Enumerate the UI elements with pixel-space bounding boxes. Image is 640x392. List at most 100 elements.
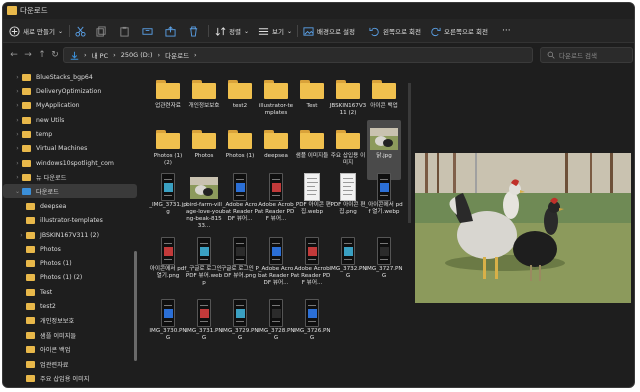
folder-icon <box>370 74 398 102</box>
chevron-down-icon[interactable]: ⌄ <box>13 188 22 195</box>
preview-pane <box>415 153 631 303</box>
file-item[interactable]: IMG_3729.PNG <box>221 295 259 355</box>
up-button[interactable]: ↑ <box>36 49 48 61</box>
sidebar-item[interactable]: › windows10spotlight_com <box>3 156 137 170</box>
sidebar-item[interactable]: › BlueStacks_bgp64 <box>3 70 137 84</box>
file-item[interactable]: IMG_3732.PNG <box>329 233 367 293</box>
file-item[interactable]: PDF 아이콘 편집.png <box>330 169 366 229</box>
view-button[interactable]: 보기 ⌄ <box>258 23 292 39</box>
folder-icon <box>22 173 31 181</box>
sidebar-item[interactable]: › temp <box>3 127 137 141</box>
file-item[interactable]: 구글로 로그인 PDF 뷰어.png <box>221 233 259 293</box>
chevron-right-icon[interactable]: › <box>13 131 22 138</box>
file-item[interactable]: _PDF 아이콘 편집.webp <box>293 169 331 229</box>
sidebar-item[interactable]: Photos (1) (2) <box>3 270 137 284</box>
sidebar-item[interactable]: Photos <box>3 242 137 256</box>
command-bar: 새로 만들기 ⌄ 정렬 ⌄ 보기 ⌄ 배경으로 설정 왼쪽으로 회전 오른쪽으로… <box>3 19 634 43</box>
folder-icon <box>334 124 362 152</box>
folder-icon <box>190 124 218 152</box>
forward-button[interactable]: → <box>22 49 34 61</box>
new-button[interactable]: 새로 만들기 ⌄ <box>9 23 63 39</box>
breadcrumb-this-pc[interactable]: 내 PC <box>92 50 109 60</box>
folder-icon <box>262 124 290 152</box>
sidebar-item[interactable]: 다운로드 <box>3 385 137 389</box>
chevron-right-icon[interactable]: › <box>13 174 22 181</box>
sidebar-item[interactable]: › Virtual Machines <box>3 141 137 155</box>
sidebar-item[interactable]: Test <box>3 285 137 299</box>
file-item[interactable]: _IMG_3731.jpg <box>149 169 187 229</box>
chevron-right-icon[interactable]: › <box>13 88 22 95</box>
file-item[interactable]: _Adobe Acrobat Reader PDF 뷰어... <box>258 233 294 293</box>
folder-icon <box>22 87 31 95</box>
rotate-right-button[interactable]: 오른쪽으로 회전 <box>430 23 488 39</box>
folder-icon <box>22 159 31 167</box>
breadcrumb-sep: › <box>113 51 116 59</box>
more-button[interactable]: ··· <box>502 23 511 39</box>
chevron-right-icon[interactable]: › <box>13 145 22 152</box>
file-name: 아이콘에서 pdf 열기.png <box>149 266 187 279</box>
rotate-left-button[interactable]: 왼쪽으로 회전 <box>369 23 421 39</box>
folder-icon <box>22 73 31 81</box>
file-name: 업관련자료 <box>155 103 181 109</box>
file-item[interactable]: _아이콘에서 pdf 열기.webp <box>365 169 403 229</box>
file-name: _아이콘에서 pdf 열기.webp <box>365 202 403 215</box>
sidebar-item[interactable]: 샘플 이미지들 <box>3 328 137 342</box>
file-item[interactable]: _구글로 로그인 PDF 뷰어.webp <box>186 233 222 293</box>
copy-button[interactable] <box>96 23 107 39</box>
sidebar-item[interactable]: 업관련자료 <box>3 357 137 371</box>
sidebar-item[interactable]: Photos (1) <box>3 256 137 270</box>
file-item[interactable]: IMG_3727.PNG <box>365 233 403 293</box>
refresh-button[interactable]: ↻ <box>49 49 61 61</box>
sidebar-item[interactable]: deepsea <box>3 199 137 213</box>
sidebar-item[interactable]: › MyApplication <box>3 98 137 112</box>
breadcrumb-downloads[interactable]: 다운로드 <box>165 50 189 60</box>
file-item[interactable]: Adobe Acrobat Reader PDF 뷰어... <box>258 169 294 229</box>
file-item[interactable]: 아이콘에서 pdf 열기.png <box>149 233 187 293</box>
sidebar-item-label: JBSKIN167V311 (2) <box>40 231 99 239</box>
sidebar-item[interactable]: 개인정보보호 <box>3 313 137 327</box>
divider <box>297 25 298 37</box>
chevron-right-icon[interactable]: › <box>17 232 26 239</box>
share-button[interactable] <box>165 23 176 39</box>
delete-button[interactable] <box>188 23 199 39</box>
sidebar-item-label: deepsea <box>40 202 67 210</box>
search-input[interactable]: 다운로드 검색 <box>540 47 633 63</box>
file-item[interactable]: _Adobe Acrobat Reader PDF 뷰어... <box>222 169 258 229</box>
scrollbar[interactable] <box>134 251 137 361</box>
sidebar-item[interactable]: › 뉴 다운로드 <box>3 170 137 184</box>
rotate-right-label: 오른쪽으로 회전 <box>444 28 488 36</box>
sidebar-item[interactable]: › JBSKIN167V311 (2) <box>3 228 137 242</box>
chevron-right-icon[interactable]: › <box>13 160 22 167</box>
scrollbar[interactable] <box>408 83 411 223</box>
file-item[interactable]: bird-farm-village-love-young-beak-81533.… <box>186 169 222 229</box>
breadcrumb-drive[interactable]: 250G (D:) <box>121 51 153 59</box>
sidebar-item-label: 다운로드 <box>40 388 63 389</box>
sidebar-item[interactable]: › DeliveryOptimization <box>3 84 137 98</box>
sidebar-item[interactable]: 아이콘 백업 <box>3 342 137 356</box>
rename-button[interactable] <box>142 23 153 39</box>
cut-button[interactable] <box>75 23 86 39</box>
sort-button[interactable]: 정렬 ⌄ <box>215 23 249 39</box>
chevron-right-icon[interactable]: › <box>13 117 22 124</box>
chevron-right-icon[interactable]: › <box>13 74 22 81</box>
set-background-button[interactable]: 배경으로 설정 <box>303 23 355 39</box>
sidebar-item[interactable]: illustrator-templates <box>3 213 137 227</box>
sidebar-item[interactable]: ⌄ 다운로드 <box>3 184 137 198</box>
file-item[interactable]: IMG_3726.PNG <box>293 295 331 355</box>
back-button[interactable]: ← <box>8 49 20 61</box>
screenshot-thumbnail <box>226 173 254 201</box>
sidebar-item[interactable]: › new Utils <box>3 113 137 127</box>
sidebar-item[interactable]: 주요 삽입용 이미지 <box>3 371 137 385</box>
address-bar[interactable]: › 내 PC › 250G (D:) › 다운로드 › <box>63 47 533 63</box>
file-item[interactable]: IMG_3730.PNG <box>149 295 187 355</box>
set-background-label: 배경으로 설정 <box>317 28 355 36</box>
file-item[interactable]: Adobe Acrobat Reader PDF 뷰어... <box>294 233 330 293</box>
chevron-right-icon[interactable]: › <box>13 102 22 109</box>
sidebar-item[interactable]: test2 <box>3 299 137 313</box>
folder-icon <box>334 74 362 102</box>
file-item[interactable]: IMG_3731.PNG <box>185 295 223 355</box>
copy-icon <box>96 25 106 37</box>
paste-button[interactable] <box>119 23 130 39</box>
sidebar-item-label: 개인정보보호 <box>40 317 75 325</box>
file-item[interactable]: IMG_3728.PNG <box>257 295 295 355</box>
